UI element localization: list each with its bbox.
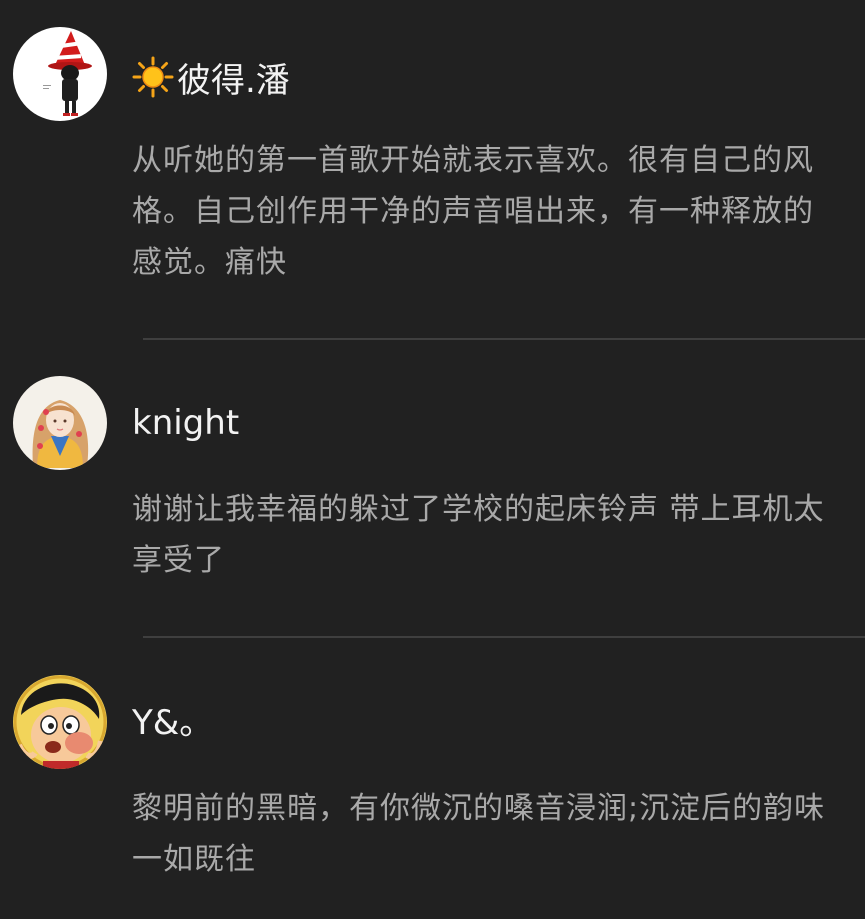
comment-item: 彼得.潘 从听她的第一首歌开始就表示喜欢。很有自己的风格。自己创作用干净的声音唱…: [0, 0, 865, 340]
avatar[interactable]: [13, 376, 107, 470]
username-text: 彼得.潘: [177, 61, 290, 101]
username[interactable]: 彼得.潘: [132, 56, 290, 107]
username-text: Y&。: [132, 703, 214, 743]
comment-item: knight 谢谢让我幸福的躲过了学校的起床铃声 带上耳机太享受了: [0, 340, 865, 640]
avatar-cartoon-boy-icon: [13, 675, 107, 769]
avatar-girl-illustration-icon: [13, 376, 107, 470]
sun-emoji-icon: [132, 56, 174, 107]
avatar[interactable]: [13, 675, 107, 769]
comment-text: 黎明前的黑暗，有你微沉的嗓音浸润;沉淀后的韵味一如既往: [132, 791, 826, 877]
comment-item: Y&。 黎明前的黑暗，有你微沉的嗓音浸润;沉淀后的韵味一如既往: [0, 640, 865, 919]
username[interactable]: knight: [132, 403, 239, 443]
comment-list: 彼得.潘 从听她的第一首歌开始就表示喜欢。很有自己的风格。自己创作用干净的声音唱…: [0, 0, 865, 919]
username-text: knight: [132, 403, 240, 443]
divider: [143, 636, 865, 638]
avatar[interactable]: [13, 27, 107, 121]
username[interactable]: Y&。: [132, 703, 213, 743]
comment-text: 从听她的第一首歌开始就表示喜欢。很有自己的风格。自己创作用干净的声音唱出来，有一…: [132, 143, 814, 280]
avatar-witch-hat-icon: [13, 27, 107, 121]
comment-text: 谢谢让我幸福的躲过了学校的起床铃声 带上耳机太享受了: [132, 492, 825, 578]
